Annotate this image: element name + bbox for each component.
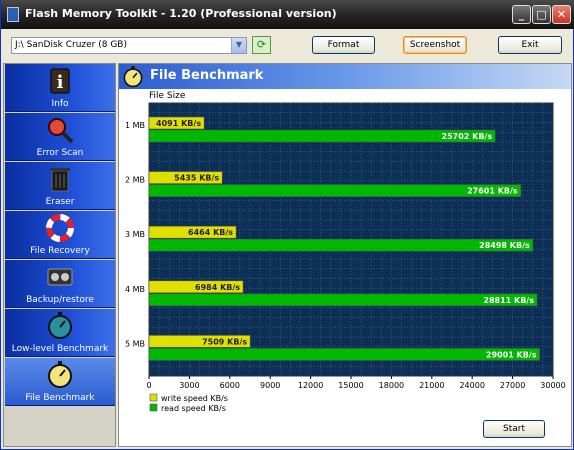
drive-select[interactable]: J:\ SanDisk Cruzer (8 GB) ▼ bbox=[11, 37, 247, 54]
read-bar bbox=[148, 184, 521, 197]
write-bar-label: 4091 KB/s bbox=[156, 119, 201, 128]
stopwatch-icon bbox=[48, 312, 72, 339]
legend-label-read: read speed KB/s bbox=[161, 404, 226, 413]
x-tick-label: 24000 bbox=[459, 381, 484, 390]
write-bar-label: 5435 KB/s bbox=[174, 174, 219, 183]
category-label: 1 MB bbox=[125, 121, 145, 130]
category-label: 2 MB bbox=[125, 176, 145, 185]
sidebar-item-label: File Benchmark bbox=[25, 393, 95, 403]
sidebar-item-eraser[interactable]: Eraser bbox=[5, 162, 115, 210]
read-bar bbox=[148, 348, 540, 361]
sidebar-item-label: Low-level Benchmark bbox=[11, 344, 109, 354]
exit-button[interactable]: Exit bbox=[498, 36, 562, 54]
minimize-button[interactable]: _ bbox=[512, 5, 531, 24]
sidebar: i Info Error Scan Eraser File Recovery B… bbox=[3, 63, 116, 447]
sidebar-item-label: File Recovery bbox=[30, 246, 90, 256]
panel-header: File Benchmark bbox=[119, 64, 571, 89]
svg-text:i: i bbox=[57, 72, 64, 93]
legend-swatch-read bbox=[149, 403, 158, 412]
app-window: Flash Memory Toolkit - 1.20 (Professiona… bbox=[0, 0, 574, 450]
window-title: Flash Memory Toolkit - 1.20 (Professiona… bbox=[25, 7, 337, 20]
write-bar-label: 6464 KB/s bbox=[188, 228, 233, 237]
drive-select-value: J:\ SanDisk Cruzer (8 GB) bbox=[15, 40, 127, 50]
refresh-button[interactable]: ⟳ bbox=[252, 36, 271, 54]
app-icon bbox=[7, 7, 19, 22]
close-button[interactable]: ✕ bbox=[552, 5, 571, 24]
sidebar-item-file-benchmark[interactable]: File Benchmark bbox=[5, 358, 115, 406]
x-tick-label: 21000 bbox=[419, 381, 444, 390]
legend-swatch-write bbox=[149, 393, 158, 402]
read-bar-label: 29001 KB/s bbox=[486, 350, 537, 359]
page-title: File Benchmark bbox=[150, 68, 264, 83]
x-tick-label: 15000 bbox=[338, 381, 363, 390]
refresh-icon: ⟳ bbox=[256, 38, 267, 51]
x-tick-label: 12000 bbox=[298, 381, 323, 390]
stopwatch-yellow-icon bbox=[123, 66, 143, 88]
sidebar-item-label: Error Scan bbox=[36, 148, 84, 158]
benchmark-chart: File Size 0 3000 6000 9000 12000 15000 18000 210… bbox=[125, 91, 566, 413]
category-label: 3 MB bbox=[125, 230, 145, 239]
x-tick-label: 30000 bbox=[540, 381, 565, 390]
title-bar[interactable]: Flash Memory Toolkit - 1.20 (Professiona… bbox=[1, 0, 574, 29]
category-label: 4 MB bbox=[125, 285, 145, 294]
x-tick-label: 0 bbox=[146, 381, 151, 390]
read-bar-label: 28811 KB/s bbox=[483, 296, 534, 305]
sidebar-item-label: Eraser bbox=[45, 197, 75, 207]
read-bar bbox=[148, 238, 534, 252]
chevron-down-icon[interactable]: ▼ bbox=[231, 38, 246, 53]
magnifier-icon bbox=[48, 118, 74, 144]
legend-label-write: write speed KB/s bbox=[161, 394, 228, 403]
sidebar-item-label: Info bbox=[51, 99, 69, 109]
y-axis-label: File Size bbox=[149, 91, 186, 101]
lifebuoy-icon bbox=[46, 214, 74, 242]
x-tick-label: 9000 bbox=[260, 381, 280, 390]
main-panel: File Benchmark File Size 0 3000 6000 9000 120… bbox=[118, 63, 572, 447]
trash-icon bbox=[50, 168, 70, 192]
start-button[interactable]: Start bbox=[483, 420, 545, 438]
sidebar-item-error-scan[interactable]: Error Scan bbox=[5, 113, 115, 161]
info-icon: i bbox=[50, 68, 70, 94]
x-tick-label: 27000 bbox=[500, 381, 525, 390]
sidebar-item-low-level-benchmark[interactable]: Low-level Benchmark bbox=[5, 309, 115, 357]
write-bar-label: 6984 KB/s bbox=[195, 283, 240, 292]
tape-icon bbox=[47, 268, 73, 286]
screenshot-button[interactable]: Screenshot bbox=[403, 36, 467, 54]
sidebar-item-file-recovery[interactable]: File Recovery bbox=[5, 211, 115, 259]
x-tick-label: 18000 bbox=[379, 381, 404, 390]
read-bar-label: 25702 KB/s bbox=[442, 132, 493, 141]
x-tick-label: 3000 bbox=[179, 381, 199, 390]
write-bar-label: 7509 KB/s bbox=[202, 337, 247, 346]
sidebar-item-label: Backup/restore bbox=[26, 295, 94, 305]
read-bar bbox=[148, 293, 538, 307]
category-label: 5 MB bbox=[125, 339, 145, 348]
stopwatch-yellow-icon bbox=[48, 361, 72, 388]
read-bar-label: 27601 KB/s bbox=[467, 187, 518, 196]
sidebar-item-info[interactable]: i Info bbox=[5, 64, 115, 112]
format-button[interactable]: Format bbox=[312, 36, 375, 54]
x-tick-label: 6000 bbox=[220, 381, 240, 390]
read-bar-label: 28498 KB/s bbox=[479, 241, 530, 250]
maximize-button[interactable]: □ bbox=[532, 5, 551, 24]
sidebar-item-backup-restore[interactable]: Backup/restore bbox=[5, 260, 115, 308]
